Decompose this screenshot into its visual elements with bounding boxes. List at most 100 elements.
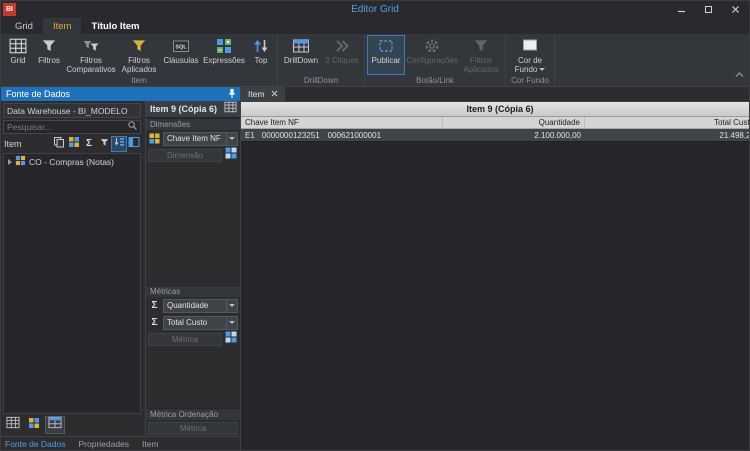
metrics-section-label: Métricas [146,285,240,297]
cor-de-fundo-button[interactable]: Cor de Fundo [508,35,552,75]
table-view-button[interactable] [4,417,22,433]
cell-chave-item-nf: E1 0000000123251 000621000001 [241,129,443,141]
filter-icon [40,37,58,55]
ribbon-collapse-button[interactable] [735,65,744,83]
sigma-icon: Σ [86,139,92,149]
column-header-quantidade[interactable]: Quantidade [443,117,585,128]
metric-field-row: Σ Total Custo [146,314,240,331]
document-area: Item Item 9 (Cópia 6) Chave Item NF Quan… [241,87,749,450]
dimension-placeholder[interactable]: Dimensão [148,149,222,162]
window-title: Editor Grid [1,4,749,15]
drilldown-button[interactable]: DrillDown [280,35,322,75]
app-icon: BI [3,3,16,16]
column-header-total-custo[interactable]: Total Custo [585,117,749,128]
cube-icon [15,155,26,168]
dimension-grid-button[interactable] [224,148,238,162]
grid-column-headers: Chave Item NF Quantidade Total Custo [241,117,749,129]
cell-quantidade: 2.100.000,00 [443,129,585,141]
ribbon-tab-item[interactable]: Item [43,18,81,34]
maximize-icon [704,5,713,14]
datasource-tree: CO - Compras (Notas) [3,153,141,414]
layout-panel-button[interactable] [127,137,141,151]
chevron-down-icon [539,68,545,71]
metric-placeholder[interactable]: Métrica [148,333,222,346]
ribbon-group-label: Item [3,75,275,86]
datasource-combo[interactable]: Data Warehouse - BI_MODELO [3,103,141,118]
duplicate-button[interactable] [52,137,66,151]
minimize-button[interactable] [668,1,695,18]
preview-grid: Item 9 (Cópia 6) Chave Item NF Quantidad… [241,102,749,142]
tab-item[interactable]: Item [142,439,159,449]
sql-icon: SQL [172,37,190,55]
grid-icon [9,37,27,55]
grid-small-button[interactable] [222,102,238,116]
column-header-chave-item-nf[interactable]: Chave Item NF [241,117,443,128]
publish-icon [377,37,395,55]
dimension-field-row: Chave Item NF [146,130,240,147]
row-group-tag: E1 [245,131,255,140]
expressoes-button[interactable]: Expressões [201,35,247,75]
tab-close-icon[interactable] [271,89,278,99]
metric-combo-quantidade[interactable]: Quantidade [163,299,238,313]
filtros-aplicados-button[interactable]: Filtros Aplicados [117,35,161,75]
dimension-combo[interactable]: Chave Item NF [163,132,238,146]
filtros-button[interactable]: Filtros [33,35,65,75]
metric-combo-total-custo[interactable]: Total Custo [163,316,238,330]
preview-grid-area: Item 9 (Cópia 6) Chave Item NF Quantidad… [241,102,749,450]
publicar-button[interactable]: Publicar [367,35,405,75]
document-tab-strip: Item [241,87,749,102]
sigma-button[interactable]: Σ [82,137,96,151]
metric-order-section-label: Métrica Ordenação [146,408,240,420]
search-icon [127,118,138,136]
expressions-icon [215,37,233,55]
dimension-cube-icon [68,135,80,153]
dois-cliques-button[interactable]: 2 Cliques [322,35,362,75]
double-chevron-icon [333,37,351,55]
pin-icon[interactable] [227,88,237,101]
chevron-down-icon [229,304,235,307]
top-button[interactable]: Top [247,35,275,75]
clausulas-button[interactable]: SQL Cláusulas [161,35,201,75]
tab-fonte-de-dados[interactable]: Fonte de Dados [5,439,65,449]
table-row[interactable]: E1 0000000123251 000621000001 2.100.000,… [241,129,749,142]
combo-arrow[interactable] [226,317,237,329]
panel-title: Fonte de Dados [6,89,227,99]
sort-icon [113,135,125,153]
ribbon-tab-strip: Grid Item Título Item [1,18,749,34]
document-tab-item[interactable]: Item [241,87,285,101]
maximize-button[interactable] [695,1,722,18]
ribbon-group-cor-fundo: Cor de Fundo Cor Fundo [506,34,555,86]
tree-item-label: CO - Compras (Notas) [29,157,114,167]
close-button[interactable] [722,1,749,18]
metric-grid-icon [48,416,62,434]
filter-small-button[interactable] [97,137,111,151]
sort-button[interactable] [112,137,126,151]
dimension-cube-button[interactable] [67,137,81,151]
dimension-field-icon [148,133,161,144]
grid-button[interactable]: Grid [3,35,33,75]
workspace: Fonte de Dados Data Warehouse - BI_MODEL… [1,87,749,450]
chevron-down-icon [229,137,235,140]
metric-grid-button[interactable] [224,332,238,346]
ribbon-tab-titulo-item[interactable]: Título Item [81,18,149,34]
drilldown-icon [292,37,310,55]
combo-arrow[interactable] [226,300,237,312]
tab-propriedades[interactable]: Propriedades [78,439,129,449]
combo-arrow[interactable] [226,133,237,145]
metric-field-row: Σ Quantidade [146,297,240,314]
tree-item-co-compras[interactable]: CO - Compras (Notas) [4,154,140,169]
search-box [3,120,141,134]
sigma-icon: Σ [148,301,161,311]
datasource-column: Data Warehouse - BI_MODELO Item Σ [1,101,143,436]
sigma-icon: Σ [148,318,161,328]
search-input[interactable] [4,122,127,132]
metric-view-button[interactable] [46,417,64,433]
ribbon-tab-grid[interactable]: Grid [5,18,43,34]
configuracoes-button[interactable]: Configurações [405,35,459,75]
dimension-view-button[interactable] [25,417,43,433]
gear-icon [423,37,441,55]
filtros-aplicados-link-button[interactable]: Filtros Aplicados [459,35,503,75]
metric-order-placeholder[interactable]: Métrica [148,422,238,435]
ribbon-group-label: DrillDown [280,75,362,86]
filtros-comparativos-button[interactable]: Filtros Comparativos [65,35,117,75]
